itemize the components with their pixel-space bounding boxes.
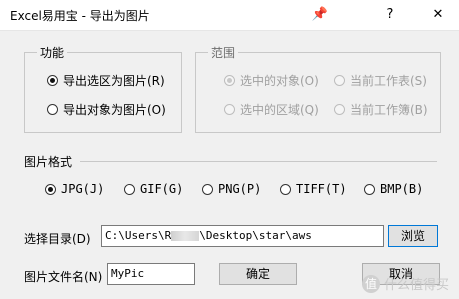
radio-unchecked-icon [364,183,375,195]
help-button[interactable]: ? [380,6,400,24]
export-selection-radio[interactable]: 导出选区为图片(R) [47,72,165,89]
radio-unchecked-icon [224,104,235,115]
radio-checked-icon [224,75,235,86]
range-group-title: 范围 [208,44,239,61]
directory-value-end: \Desktop\star\aws [199,229,312,242]
range-selected-area-radio[interactable]: 选中的区域(Q) [224,101,319,118]
range-current-sheet-label: 当前工作表(S) [350,74,427,88]
format-gif-radio[interactable]: GIF(G) [124,182,183,196]
range-group: 范围 选中的对象(O) 当前工作表(S) 选中的区域(Q) 当前工作簿(B) [195,44,441,133]
watermark: 值 什么值得买 [361,274,449,293]
filename-label: 图片文件名(N) [24,270,103,284]
export-selection-label: 导出选区为图片(R) [63,74,165,88]
dialog-body: 功能 导出选区为图片(R) 导出对象为图片(O) 范围 选中的对象(O) 当前工… [0,31,459,299]
directory-value-start: C:\Users\R [105,229,172,242]
range-selected-objects-label: 选中的对象(O) [240,74,319,88]
radio-unchecked-icon [47,104,58,115]
format-bmp-label: BMP(B) [380,182,424,196]
format-tiff-label: TIFF(T) [296,182,347,196]
radio-unchecked-icon [334,75,345,86]
ok-button[interactable]: 确定 [219,263,297,285]
title-bar: Excel易用宝 - 导出为图片 📌 ? ✕ [0,0,459,31]
export-objects-label: 导出对象为图片(O) [63,103,166,117]
watermark-icon: 值 [361,274,380,293]
format-jpg-radio[interactable]: JPG(J) [45,182,104,196]
radio-unchecked-icon [334,104,345,115]
directory-label: 选择目录(D) [24,232,91,246]
format-tiff-radio[interactable]: TIFF(T) [280,182,347,196]
browse-button[interactable]: 浏览 [388,225,438,247]
range-selected-area-label: 选中的区域(Q) [240,103,319,117]
filename-input[interactable]: MyPic [107,263,195,285]
watermark-text: 什么值得买 [383,278,449,293]
close-button[interactable]: ✕ [428,6,448,24]
export-dialog: Excel易用宝 - 导出为图片 📌 ? ✕ 功能 导出选区为图片(R) 导出对… [0,0,459,299]
window-title: Excel易用宝 - 导出为图片 [10,9,150,23]
range-current-sheet-radio[interactable]: 当前工作表(S) [334,72,427,89]
range-current-workbook-label: 当前工作簿(B) [350,103,428,117]
blurred-username [171,231,200,241]
function-group: 功能 导出选区为图片(R) 导出对象为图片(O) [24,44,182,133]
export-objects-radio[interactable]: 导出对象为图片(O) [47,101,166,118]
radio-unchecked-icon [202,183,213,195]
format-divider [80,161,437,162]
range-selected-objects-radio[interactable]: 选中的对象(O) [224,72,319,89]
function-group-title: 功能 [37,44,68,61]
format-jpg-label: JPG(J) [61,182,105,196]
format-gif-label: GIF(G) [140,182,184,196]
format-bmp-radio[interactable]: BMP(B) [364,182,423,196]
format-png-label: PNG(P) [218,182,262,196]
radio-checked-icon [47,75,58,86]
directory-input[interactable]: C:\Users\R \Desktop\star\aws [101,225,384,247]
range-current-workbook-radio[interactable]: 当前工作簿(B) [334,101,428,118]
radio-unchecked-icon [124,183,135,195]
format-section-title: 图片格式 [24,155,73,169]
pin-icon[interactable]: 📌 [310,6,330,24]
radio-unchecked-icon [280,183,291,195]
radio-checked-icon [45,183,56,195]
format-png-radio[interactable]: PNG(P) [202,182,261,196]
